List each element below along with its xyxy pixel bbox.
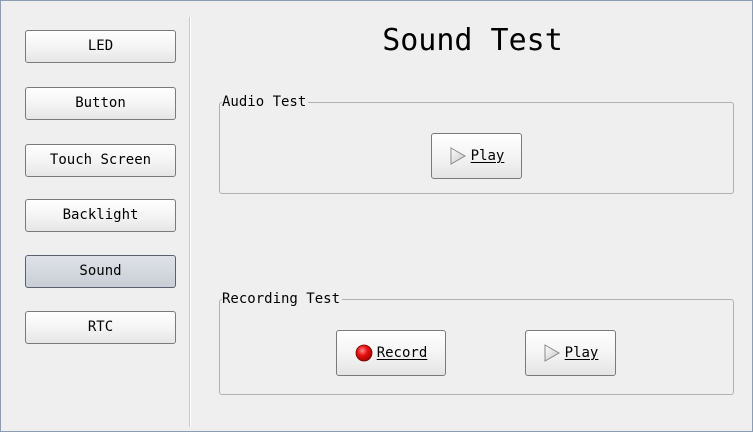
sidebar-item-button[interactable]: Button: [25, 87, 176, 120]
sidebar-item-rtc[interactable]: RTC: [25, 311, 176, 344]
audio-play-label: Play: [470, 148, 505, 164]
record-label: Record: [376, 345, 428, 361]
recording-test-group: Recording Test Record Play: [219, 291, 734, 395]
sidebar-item-led[interactable]: LED: [25, 30, 176, 63]
recording-play-label: Play: [564, 345, 599, 361]
recording-test-label: Recording Test: [222, 291, 343, 307]
page-title: Sound Test: [382, 23, 563, 58]
sidebar: LED Button Touch Screen Backlight Sound …: [1, 1, 189, 431]
app-window: LED Button Touch Screen Backlight Sound …: [0, 0, 753, 432]
audio-play-button[interactable]: Play: [431, 133, 522, 179]
sidebar-item-sound[interactable]: Sound: [25, 255, 176, 288]
sidebar-item-touch-screen[interactable]: Touch Screen: [25, 144, 176, 177]
play-icon: [543, 344, 561, 362]
record-button[interactable]: Record: [336, 330, 446, 376]
play-icon: [449, 147, 467, 165]
audio-test-label: Audio Test: [222, 94, 309, 110]
sidebar-item-backlight[interactable]: Backlight: [25, 199, 176, 232]
record-icon: [355, 344, 373, 362]
audio-test-group: Audio Test Play: [219, 94, 734, 194]
recording-play-button[interactable]: Play: [525, 330, 616, 376]
sidebar-divider: [189, 17, 191, 427]
